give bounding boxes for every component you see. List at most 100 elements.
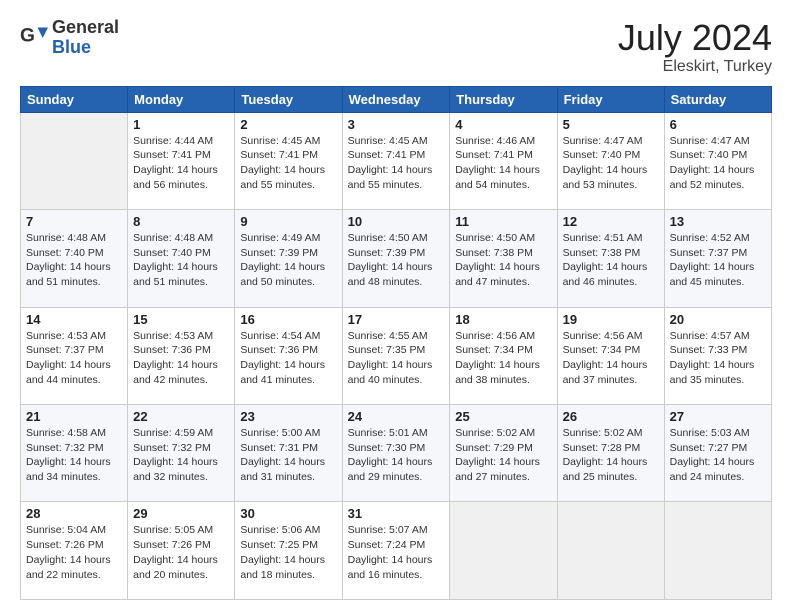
title-block: July 2024 Eleskirt, Turkey [618,18,772,76]
day-info: Sunrise: 5:01 AMSunset: 7:30 PMDaylight:… [348,426,445,485]
day-number: 26 [563,409,659,424]
day-number: 30 [240,506,336,521]
calendar-week-row: 21 Sunrise: 4:58 AMSunset: 7:32 PMDayligh… [21,405,772,502]
calendar-cell [450,502,557,600]
day-info: Sunrise: 5:07 AMSunset: 7:24 PMDaylight:… [348,523,445,582]
calendar-cell: 4Sunrise: 4:46 AMSunset: 7:41 PMDaylight… [450,112,557,209]
col-saturday: Saturday [664,86,771,112]
day-number: 16 [240,312,336,327]
day-info: Sunrise: 4:49 AMSunset: 7:39 PMDaylight:… [240,231,336,290]
day-info: Sunrise: 4:45 AMSunset: 7:41 PMDaylight:… [240,134,336,193]
day-number: 11 [455,214,551,229]
title-month: July 2024 [618,18,772,58]
calendar-cell: 21 Sunrise: 4:58 AMSunset: 7:32 PMDayligh… [21,405,128,502]
calendar-cell: 12 Sunrise: 4:51 AMSunset: 7:38 PMDayligh… [557,210,664,307]
header: G General Blue July 2024 Eleskirt, Turke… [20,18,772,76]
calendar-cell: 17 Sunrise: 4:55 AMSunset: 7:35 PMDayligh… [342,307,450,404]
day-info: Sunrise: 4:54 AMSunset: 7:36 PMDaylight:… [240,329,336,388]
day-info: Sunrise: 5:06 AMSunset: 7:25 PMDaylight:… [240,523,336,582]
day-number: 14 [26,312,122,327]
title-location: Eleskirt, Turkey [618,58,772,76]
day-number: 1 [133,117,229,132]
day-info: Sunrise: 4:56 AMSunset: 7:34 PMDaylight:… [563,329,659,388]
calendar-cell: 27Sunrise: 5:03 AMSunset: 7:27 PMDayligh… [664,405,771,502]
day-info: Sunrise: 4:45 AMSunset: 7:41 PMDaylight:… [348,134,445,193]
calendar-cell: 2 Sunrise: 4:45 AMSunset: 7:41 PMDaylight… [235,112,342,209]
day-info: Sunrise: 4:53 AMSunset: 7:37 PMDaylight:… [26,329,122,388]
day-number: 3 [348,117,445,132]
calendar-cell: 10 Sunrise: 4:50 AMSunset: 7:39 PMDayligh… [342,210,450,307]
calendar-week-row: 7Sunrise: 4:48 AMSunset: 7:40 PMDaylight… [21,210,772,307]
calendar-cell [557,502,664,600]
day-info: Sunrise: 5:03 AMSunset: 7:27 PMDaylight:… [670,426,766,485]
calendar-cell: 26 Sunrise: 5:02 AMSunset: 7:28 PMDayligh… [557,405,664,502]
day-number: 18 [455,312,551,327]
calendar-cell: 8 Sunrise: 4:48 AMSunset: 7:40 PMDaylight… [128,210,235,307]
day-number: 23 [240,409,336,424]
day-info: Sunrise: 5:02 AMSunset: 7:28 PMDaylight:… [563,426,659,485]
calendar-header-row: Sunday Monday Tuesday Wednesday Thursday… [21,86,772,112]
day-info: Sunrise: 4:44 AMSunset: 7:41 PMDaylight:… [133,134,229,193]
day-number: 29 [133,506,229,521]
day-info: Sunrise: 4:58 AMSunset: 7:32 PMDaylight:… [26,426,122,485]
day-info: Sunrise: 5:02 AMSunset: 7:29 PMDaylight:… [455,426,551,485]
calendar-cell: 28 Sunrise: 5:04 AMSunset: 7:26 PMDayligh… [21,502,128,600]
calendar-cell: 30 Sunrise: 5:06 AMSunset: 7:25 PMDayligh… [235,502,342,600]
day-info: Sunrise: 4:48 AMSunset: 7:40 PMDaylight:… [133,231,229,290]
day-number: 19 [563,312,659,327]
day-info: Sunrise: 4:57 AMSunset: 7:33 PMDaylight:… [670,329,766,388]
day-number: 28 [26,506,122,521]
day-number: 8 [133,214,229,229]
calendar-cell [21,112,128,209]
calendar-cell: 23Sunrise: 5:00 AMSunset: 7:31 PMDayligh… [235,405,342,502]
calendar-cell: 13 Sunrise: 4:52 AMSunset: 7:37 PMDayligh… [664,210,771,307]
calendar-cell: 3 Sunrise: 4:45 AMSunset: 7:41 PMDaylight… [342,112,450,209]
day-number: 21 [26,409,122,424]
calendar-cell: 19 Sunrise: 4:56 AMSunset: 7:34 PMDayligh… [557,307,664,404]
day-info: Sunrise: 4:55 AMSunset: 7:35 PMDaylight:… [348,329,445,388]
day-number: 13 [670,214,766,229]
day-info: Sunrise: 4:51 AMSunset: 7:38 PMDaylight:… [563,231,659,290]
calendar-cell: 20Sunrise: 4:57 AMSunset: 7:33 PMDayligh… [664,307,771,404]
day-info: Sunrise: 4:52 AMSunset: 7:37 PMDaylight:… [670,231,766,290]
day-info: Sunrise: 5:04 AMSunset: 7:26 PMDaylight:… [26,523,122,582]
page: G General Blue July 2024 Eleskirt, Turke… [0,0,792,612]
calendar-cell: 11Sunrise: 4:50 AMSunset: 7:38 PMDayligh… [450,210,557,307]
day-number: 12 [563,214,659,229]
logo-icon: G [20,24,48,52]
day-number: 9 [240,214,336,229]
calendar-cell: 24 Sunrise: 5:01 AMSunset: 7:30 PMDayligh… [342,405,450,502]
calendar-cell: 31Sunrise: 5:07 AMSunset: 7:24 PMDayligh… [342,502,450,600]
calendar-cell: 5 Sunrise: 4:47 AMSunset: 7:40 PMDaylight… [557,112,664,209]
day-info: Sunrise: 4:46 AMSunset: 7:41 PMDaylight:… [455,134,551,193]
day-number: 22 [133,409,229,424]
day-info: Sunrise: 4:47 AMSunset: 7:40 PMDaylight:… [670,134,766,193]
day-number: 17 [348,312,445,327]
day-number: 2 [240,117,336,132]
calendar-cell: 22Sunrise: 4:59 AMSunset: 7:32 PMDayligh… [128,405,235,502]
svg-text:G: G [20,25,35,46]
logo-blue-text: Blue [52,38,119,58]
col-sunday: Sunday [21,86,128,112]
day-number: 25 [455,409,551,424]
day-number: 10 [348,214,445,229]
day-number: 6 [670,117,766,132]
day-number: 15 [133,312,229,327]
col-monday: Monday [128,86,235,112]
logo: G General Blue [20,18,119,58]
day-number: 24 [348,409,445,424]
day-info: Sunrise: 4:50 AMSunset: 7:39 PMDaylight:… [348,231,445,290]
calendar-cell: 6 Sunrise: 4:47 AMSunset: 7:40 PMDaylight… [664,112,771,209]
calendar-week-row: 14 Sunrise: 4:53 AMSunset: 7:37 PMDayligh… [21,307,772,404]
col-wednesday: Wednesday [342,86,450,112]
calendar-cell: 15Sunrise: 4:53 AMSunset: 7:36 PMDayligh… [128,307,235,404]
day-number: 5 [563,117,659,132]
calendar-cell: 18Sunrise: 4:56 AMSunset: 7:34 PMDayligh… [450,307,557,404]
calendar-cell: 16 Sunrise: 4:54 AMSunset: 7:36 PMDayligh… [235,307,342,404]
calendar-week-row: 28 Sunrise: 5:04 AMSunset: 7:26 PMDayligh… [21,502,772,600]
day-info: Sunrise: 4:48 AMSunset: 7:40 PMDaylight:… [26,231,122,290]
day-info: Sunrise: 4:47 AMSunset: 7:40 PMDaylight:… [563,134,659,193]
calendar-cell: 9 Sunrise: 4:49 AMSunset: 7:39 PMDaylight… [235,210,342,307]
col-thursday: Thursday [450,86,557,112]
calendar-cell: 14 Sunrise: 4:53 AMSunset: 7:37 PMDayligh… [21,307,128,404]
